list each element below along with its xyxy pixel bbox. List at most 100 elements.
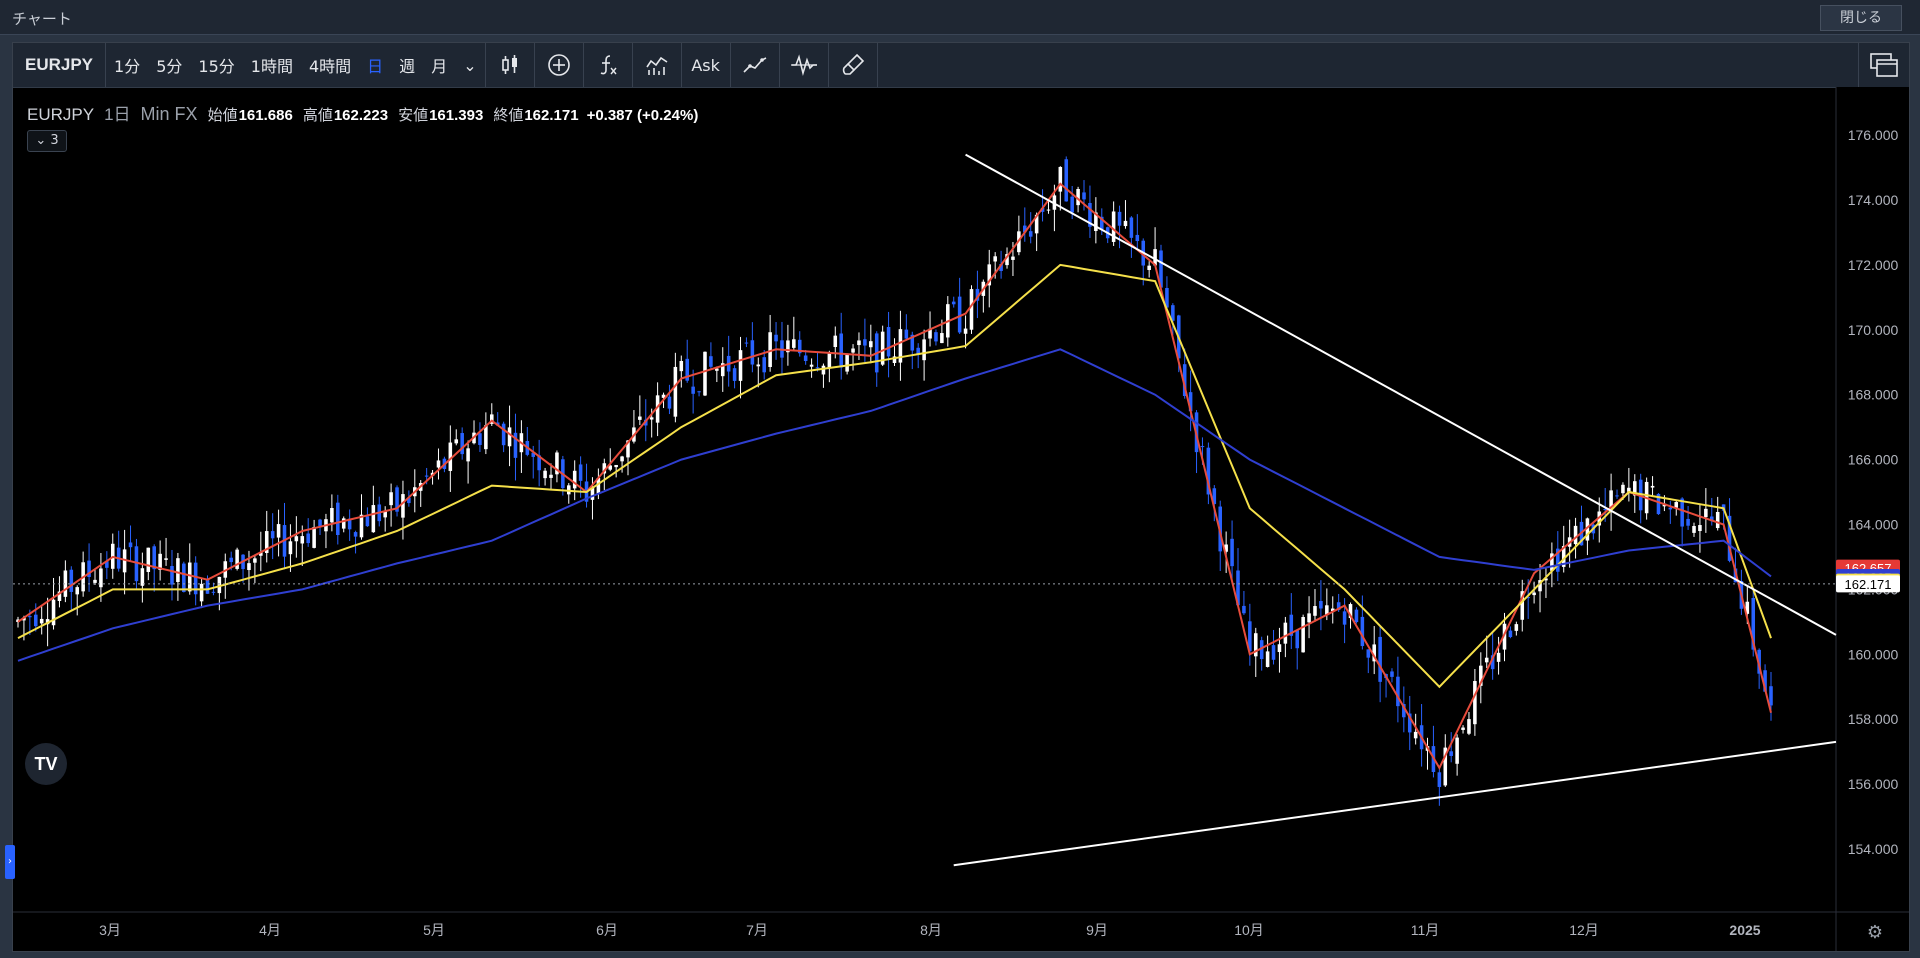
candle-body (1307, 613, 1311, 623)
symbol-selector[interactable]: EURJPY (13, 43, 105, 87)
legend-change: +0.387 (+0.24%) (586, 107, 699, 124)
candle-body (33, 614, 38, 627)
candle-body (294, 536, 299, 542)
candle-body (1082, 192, 1086, 200)
chevron-down-icon: ⌄ (35, 133, 51, 148)
candle-body (821, 365, 826, 375)
candle-body (306, 533, 310, 544)
interval-15m[interactable]: 15分 (190, 43, 242, 87)
candle-body (318, 519, 322, 527)
oscillator-icon[interactable] (780, 43, 828, 87)
candle-body (300, 536, 305, 544)
candle-body (99, 568, 103, 588)
side-panel-toggle-icon[interactable]: › (5, 845, 15, 879)
candle-body (756, 364, 761, 367)
price-tag-label: 162.171 (1845, 577, 1892, 592)
x-tick-label: 12月 (1569, 922, 1599, 938)
candlestick-chart[interactable]: 176.000 174.000 172.000 170.000 168.000 166.0… (13, 87, 1909, 951)
x-tick-label: 7月 (746, 922, 768, 938)
candle-body (424, 475, 429, 477)
window-titlebar: チャート 閉じる (0, 0, 1920, 35)
interval-4h[interactable]: 4時間 (301, 43, 359, 87)
candle-body (436, 460, 441, 468)
candle-body (1070, 196, 1074, 213)
candle-body (1058, 166, 1063, 192)
candle-body (1265, 651, 1270, 667)
candle-body (1508, 630, 1513, 638)
add-circle-icon[interactable] (535, 43, 583, 87)
candle-body (1319, 601, 1323, 609)
candle-body (679, 361, 684, 372)
candle-body (1011, 256, 1015, 260)
indicator-icon[interactable] (633, 43, 681, 87)
candle-body (1437, 772, 1442, 787)
legend-close-value: 162.171 (524, 107, 579, 124)
candle-body (1615, 495, 1619, 497)
candle-body (205, 579, 210, 594)
candle-body (1467, 719, 1471, 734)
y-tick-label: 172.000 (1848, 257, 1899, 273)
x-tick-label: 5月 (423, 922, 445, 938)
candle-body (951, 301, 956, 305)
legend-open-value: 161.686 (238, 107, 293, 124)
candle-body (1230, 538, 1234, 567)
candle-body (1704, 508, 1708, 518)
candle-body (845, 354, 849, 372)
function-icon[interactable] (584, 43, 632, 87)
candle-body (543, 470, 547, 479)
candle-body (572, 470, 577, 489)
candle-body (703, 351, 707, 396)
chevron-down-icon[interactable]: ⌄ (455, 43, 484, 87)
candle-body (963, 328, 968, 334)
legend-close-label: 終値 (493, 106, 524, 124)
legend-low-value: 161.393 (429, 107, 484, 124)
trend-line-icon[interactable] (731, 43, 779, 87)
candle-body (330, 508, 334, 523)
tradingview-logo-icon: TV (25, 743, 67, 785)
y-tick-label: 154.000 (1848, 841, 1899, 857)
candle-body (93, 579, 97, 583)
y-tick-label: 160.000 (1848, 646, 1899, 662)
candle-body (229, 557, 233, 563)
candle-body (164, 558, 168, 560)
x-tick-label: 11月 (1411, 922, 1440, 938)
candle-body (638, 416, 642, 420)
interval-day-active[interactable]: 日 (359, 43, 391, 87)
y-tick-label: 158.000 (1848, 711, 1899, 727)
brush-icon[interactable] (829, 43, 877, 87)
candle-body (1117, 211, 1122, 226)
candle-body (667, 396, 672, 409)
ask-toggle[interactable]: Ask (682, 43, 730, 87)
candle-body (1769, 686, 1773, 706)
candle-body (957, 296, 962, 333)
candle-body (1698, 525, 1702, 532)
x-tick-label: 8月 (920, 922, 942, 938)
legend-symbol: EURJPY (27, 105, 95, 124)
chart-toolbar: EURJPY 1分 5分 15分 1時間 4時間 日 週 月 ⌄ Ask (13, 43, 1909, 88)
interval-month[interactable]: 月 (423, 43, 455, 87)
candle-body (904, 329, 909, 339)
candle-body (549, 474, 553, 478)
candle-body (466, 448, 470, 462)
candle-body (1129, 217, 1134, 238)
legend-high-label: 高値 (302, 106, 333, 124)
candle-body (691, 386, 695, 394)
candle-body (1573, 525, 1578, 545)
candle-body (1668, 507, 1673, 510)
interval-week[interactable]: 週 (391, 43, 423, 87)
candle-body (75, 587, 79, 595)
ohlc-legend: EURJPY 1日 Min FX 始値 161.686 高値 162.223 安値 1… (27, 100, 698, 125)
candle-body (365, 516, 370, 527)
multi-window-icon[interactable] (1858, 43, 1909, 87)
candle-body (253, 558, 257, 563)
x-tick-label: 6月 (596, 922, 618, 938)
close-button[interactable]: 閉じる (1820, 5, 1902, 31)
candle-body (389, 492, 393, 506)
interval-1h[interactable]: 1時間 (243, 43, 301, 87)
interval-5m[interactable]: 5分 (148, 43, 190, 87)
interval-1m[interactable]: 1分 (106, 43, 148, 87)
candle-body (839, 333, 843, 368)
indicator-collapse-toggle[interactable]: ⌄ 3 (27, 130, 67, 152)
x-tick-label: 3月 (99, 922, 121, 938)
candlestick-icon[interactable] (486, 43, 534, 87)
